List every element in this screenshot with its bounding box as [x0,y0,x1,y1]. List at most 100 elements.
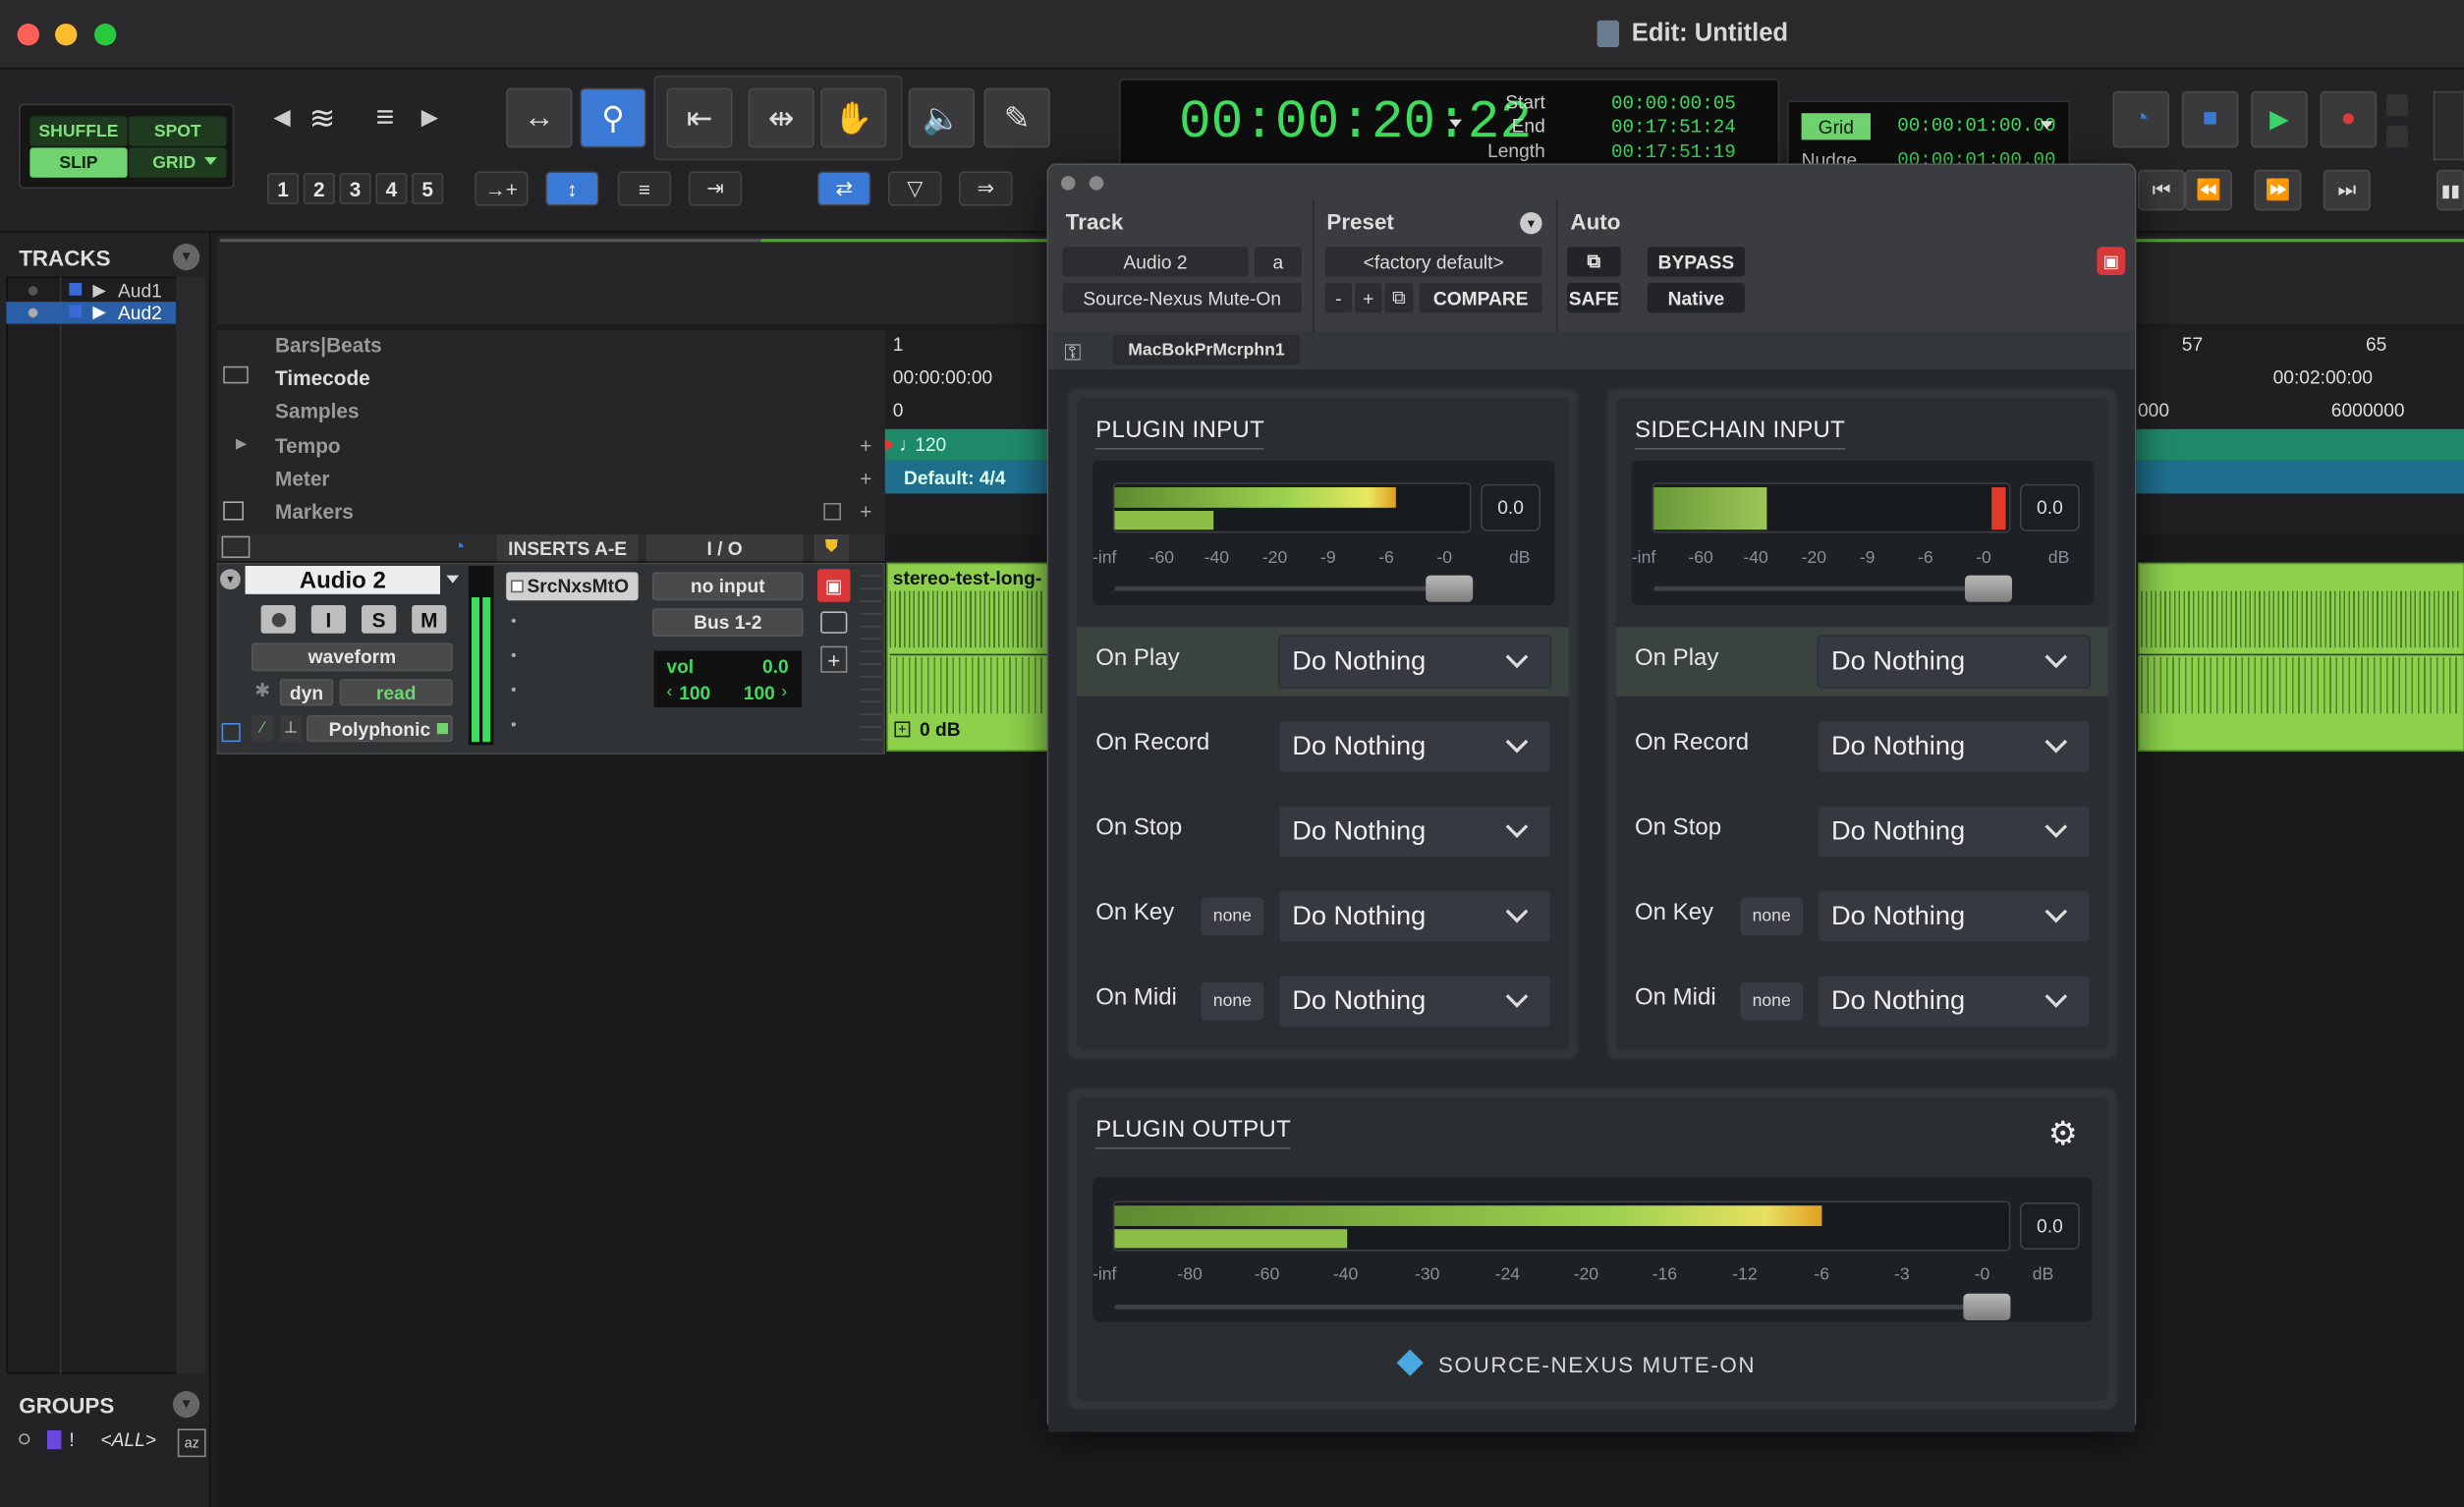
link-track-icon[interactable]: ▽ [888,171,942,206]
event-action-select[interactable]: Do Nothing [1277,805,1552,859]
minimize-window-button[interactable] [55,24,78,46]
group-radio[interactable] [19,1433,30,1445]
tempo-value[interactable]: 120 [915,434,946,456]
link-selection-icon[interactable]: ⇄ [817,171,871,206]
link-timeline-icon[interactable]: ⇥ [688,171,743,206]
grid-label[interactable]: Grid [1801,113,1871,140]
spot-mode-button[interactable]: SPOT [129,116,227,146]
end-value[interactable]: 00:17:51:24 [1611,116,1736,138]
go-to-end-icon[interactable]: ⏭ [2323,169,2371,211]
event-action-select[interactable]: Do Nothing [1817,805,2091,859]
rewind-icon[interactable]: ⏪ [2185,169,2232,211]
bypass-button[interactable]: BYPASS [1647,247,1745,277]
elastic-icon[interactable]: ⁄ [252,715,274,743]
ruler-view-icon[interactable] [223,365,249,384]
grid-value[interactable]: 00:00:01:00.00 [1897,115,2055,137]
expand-tempo-icon[interactable]: ▶ [236,435,247,453]
io-view-icon[interactable]: ◔ [453,534,466,558]
selector-tool-icon[interactable]: ⇹ [748,87,814,148]
transport-extra-3[interactable] [2433,90,2464,161]
event-action-select[interactable]: Do Nothing [1817,635,2091,689]
vol-value[interactable]: 0.0 [762,655,789,677]
sidechain-value-display[interactable]: 0.0 [2020,483,2080,531]
output-gain-slider[interactable] [1114,1305,2008,1310]
track-list-item-dot[interactable] [28,286,38,296]
timebase-icon[interactable]: ⊥ [279,715,303,743]
marker-window-icon[interactable] [823,503,841,521]
record-enable-button[interactable] [260,605,296,634]
event-trigger-button[interactable]: none [1740,897,1804,935]
event-trigger-button[interactable]: none [1740,982,1804,1021]
safe-button[interactable]: SAFE [1567,283,1621,313]
zoom-out-arrow-icon[interactable]: ◀ [273,104,290,131]
zoom-window-button[interactable] [94,24,117,46]
zoom-in-arrow-icon[interactable]: ▶ [421,104,438,131]
pause-icon[interactable]: ▮▮ [2436,169,2464,211]
play-button[interactable]: ▶ [2251,90,2308,148]
compare-button[interactable]: COMPARE [1419,283,1542,313]
track-list-item-dot[interactable] [28,307,38,318]
plugin-selector[interactable]: Source-Nexus Mute-On [1062,283,1302,313]
keyboard-focus-icon[interactable]: ⇒ [959,171,1013,206]
event-action-select[interactable]: Do Nothing [1277,635,1552,689]
preset-menu-icon[interactable]: ▾ [1520,212,1542,235]
track-list-item[interactable]: Aud1 [118,280,162,302]
group-all[interactable]: <ALL> [100,1428,156,1450]
grabber-hand-icon[interactable]: ✋ [820,87,887,148]
track-name[interactable]: Audio 2 [245,566,440,594]
target-icon[interactable]: ▣ [2097,247,2126,275]
insertion-follows-icon[interactable]: ≡ [617,171,672,206]
meter-value[interactable]: Default: 4/4 [904,467,1006,488]
solo-button[interactable]: S [362,605,397,634]
markers-icon[interactable] [223,501,244,521]
event-trigger-button[interactable]: none [1201,982,1264,1021]
preset-previous-button[interactable]: - [1324,283,1352,313]
sort-az-icon[interactable]: az [177,1428,206,1458]
insert-slot-e[interactable]: • [511,717,517,735]
output-selector[interactable]: Bus 1-2 [652,608,804,637]
automation-mode-selector[interactable]: read [339,679,453,706]
plugin-close-button[interactable] [1061,176,1076,191]
automation-window-icon[interactable]: ⧉ [1567,247,1621,277]
input-value-display[interactable]: 0.0 [1481,483,1540,531]
sidechain-clip-indicator[interactable] [1991,487,2006,530]
fast-forward-icon[interactable]: ⏩ [2254,169,2302,211]
groups-menu-icon[interactable]: ▾ [173,1391,200,1419]
close-window-button[interactable] [17,24,39,46]
insert-slot-d[interactable]: • [511,682,517,699]
input-gain-knob[interactable] [1426,575,1474,602]
pencil-tool-icon[interactable]: ✎ [983,87,1050,148]
add-meter-icon[interactable]: + [860,467,871,490]
track-selector[interactable]: Audio 2 [1062,247,1249,277]
scrub-speaker-icon[interactable]: 🔈 [908,87,975,148]
comments-icon[interactable] [820,611,848,634]
tracks-scrollbar[interactable] [176,276,206,1374]
track-view-selector[interactable]: waveform [252,642,453,672]
plugin-titlebar[interactable] [1048,165,2135,200]
insert-slot-a[interactable]: SrcNxsMtO [506,572,639,601]
online-icon[interactable]: ◔ [2112,90,2169,148]
tracks-menu-icon[interactable]: ▾ [173,244,200,271]
plugin-open-icon[interactable]: ▣ [817,569,851,602]
output-value-display[interactable]: 0.0 [2020,1202,2080,1250]
chevron-down-icon[interactable] [446,575,460,584]
track-menu-icon[interactable]: ▾ [220,569,241,589]
trim-tool-icon[interactable]: ⇤ [666,87,733,148]
plugin-minimize-button[interactable] [1089,176,1104,191]
tab-to-transient-icon[interactable]: →+ [475,171,529,206]
zoom-preset-2[interactable]: 2 [303,173,335,204]
preset-selector[interactable]: <factory default> [1324,247,1542,277]
event-action-select[interactable]: Do Nothing [1277,719,1552,774]
machine-selector[interactable]: MacBokPrMcrphn1 [1112,334,1301,365]
event-action-select[interactable]: Do Nothing [1277,975,1552,1029]
insert-bypass-icon[interactable] [511,580,524,593]
transport-extra-2[interactable] [2385,126,2409,148]
event-action-select[interactable]: Do Nothing [1277,889,1552,943]
shuffle-mode-button[interactable]: SHUFFLE [29,116,128,146]
input-monitor-button[interactable]: I [310,605,346,634]
sidechain-gain-knob[interactable] [1965,575,2012,602]
add-marker-icon[interactable]: + [860,500,871,524]
insert-position-selector[interactable]: a [1254,247,1302,277]
output-gain-knob[interactable] [1963,1293,2011,1320]
input-gain-slider[interactable] [1114,586,1470,591]
